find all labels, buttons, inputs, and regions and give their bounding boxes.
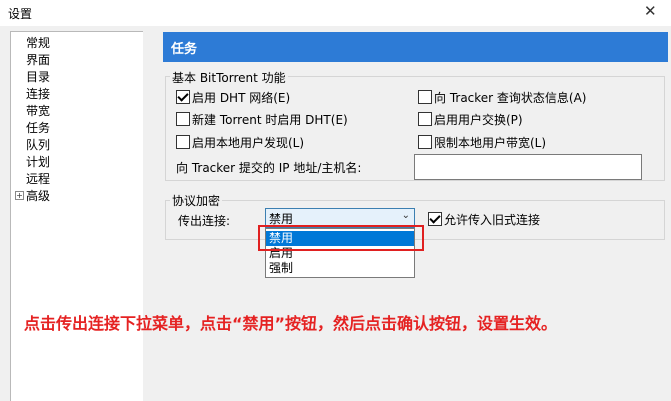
option-forced[interactable]: 强制: [266, 261, 414, 276]
tracker-query-label[interactable]: 向 Tracker 查询状态信息(A): [434, 89, 587, 106]
local-discovery-label[interactable]: 启用本地用户发现(L): [192, 134, 304, 151]
new-torrent-dht-label[interactable]: 新建 Torrent 时启用 DHT(E): [192, 111, 348, 128]
tree-item-general[interactable]: 常规: [26, 35, 50, 51]
chevron-down-icon: ⌄: [401, 210, 410, 221]
window-title: 设置: [8, 7, 33, 21]
settings-tree: 常规 界面 目录 连接 带宽 任务 队列 计划 远程 + 高级: [10, 31, 143, 401]
dht-checkbox[interactable]: [176, 90, 190, 104]
expand-icon[interactable]: +: [15, 191, 24, 200]
tree-item-queue[interactable]: 队列: [26, 137, 50, 153]
tree-item-advanced[interactable]: 高级: [26, 188, 50, 204]
local-discovery-checkbox[interactable]: [176, 135, 190, 149]
new-torrent-dht-checkbox[interactable]: [176, 112, 190, 126]
tracker-query-checkbox[interactable]: [418, 90, 432, 104]
tree-item-connection[interactable]: 连接: [26, 86, 50, 102]
outgoing-connection-label: 传出连接:: [178, 214, 231, 228]
close-icon[interactable]: ✕: [644, 2, 657, 20]
basic-features-label: 基本 BitTorrent 功能: [170, 69, 288, 86]
allow-legacy-label[interactable]: 允许传入旧式连接: [444, 211, 540, 228]
allow-legacy-checkbox[interactable]: [428, 212, 442, 226]
tree-item-directories[interactable]: 目录: [26, 69, 50, 85]
tree-item-interface[interactable]: 界面: [26, 52, 50, 68]
peer-exchange-checkbox[interactable]: [418, 112, 432, 126]
limit-local-bandwidth-checkbox[interactable]: [418, 135, 432, 149]
section-title: 任务: [171, 42, 198, 57]
dht-label[interactable]: 启用 DHT 网络(E): [192, 89, 290, 106]
callout-highlight-box: [258, 225, 424, 251]
tree-item-schedule[interactable]: 计划: [26, 154, 50, 170]
peer-exchange-label[interactable]: 启用用户交换(P): [434, 111, 523, 128]
encryption-label: 协议加密: [170, 192, 223, 209]
tracker-ip-input[interactable]: [414, 154, 642, 180]
title-bar: 设置 ✕: [0, 0, 671, 26]
instruction-annotation: 点击传出连接下拉菜单，点击“禁用”按钮，然后点击确认按钮，设置生效。: [24, 314, 558, 333]
limit-local-bandwidth-label[interactable]: 限制本地用户带宽(L): [434, 134, 546, 151]
tree-item-remote[interactable]: 远程: [26, 171, 50, 187]
section-header: 任务: [163, 32, 668, 62]
tracker-ip-label: 向 Tracker 提交的 IP 地址/主机名:: [176, 161, 362, 175]
tree-item-tasks[interactable]: 任务: [26, 120, 50, 136]
tree-item-bandwidth[interactable]: 带宽: [26, 103, 50, 119]
